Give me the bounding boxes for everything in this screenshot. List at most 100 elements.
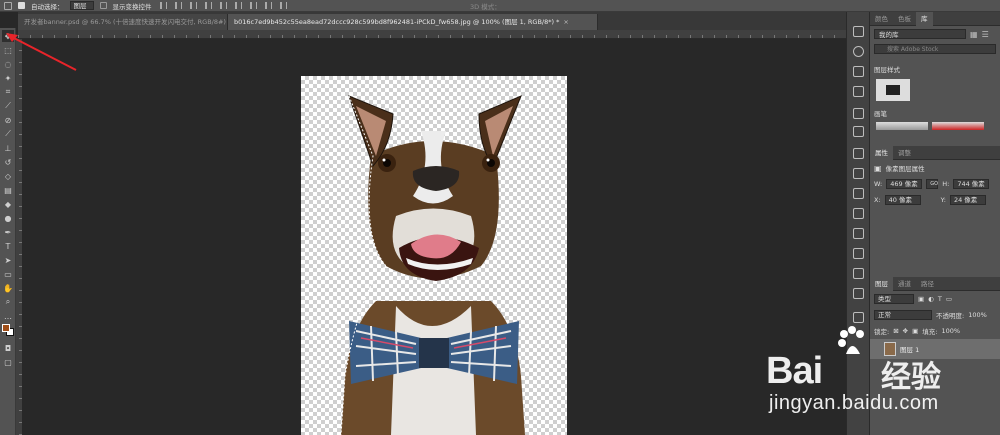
navigator-icon[interactable] <box>853 228 864 239</box>
position-row: X: 40 像素 Y: 24 像素 <box>870 192 1000 208</box>
gradient-tool-icon[interactable]: ▤ <box>2 184 14 196</box>
more-tools-icon[interactable]: … <box>2 310 14 322</box>
history-icon[interactable] <box>853 26 864 37</box>
tab-paths[interactable]: 路径 <box>916 277 939 291</box>
tab-adjustments[interactable]: 调整 <box>893 146 916 160</box>
width-field[interactable]: 469 像素 <box>886 179 923 189</box>
tab-label: b016c7ed9b452c55ea8ead72dccc928c599bd8f9… <box>234 18 560 26</box>
blend-mode-dropdown[interactable]: 正常 <box>874 310 932 320</box>
filter-adjust-icon[interactable]: ◐ <box>928 295 934 303</box>
height-field[interactable]: 744 像素 <box>953 179 990 189</box>
timeline-icon[interactable] <box>853 248 864 259</box>
color-panel-tabs: 颜色 色板 库 <box>870 11 1000 26</box>
grid-view-icon[interactable]: ▦ <box>970 30 978 39</box>
canvas-area[interactable] <box>22 39 846 435</box>
layer-comps-icon[interactable] <box>853 312 864 323</box>
properties-title: 像素图层属性 <box>885 165 925 173</box>
tool-presets-icon[interactable] <box>853 168 864 179</box>
auto-select-target-dropdown[interactable]: 图层 <box>69 1 94 10</box>
zoom-tool-icon[interactable]: ⌕ <box>2 296 14 308</box>
baidu-paw-icon <box>838 326 864 354</box>
show-transform-checkbox[interactable] <box>99 2 107 9</box>
tab-label: 开发者banner.psd @ 66.7% (十倍速度快速开发闪电交付, RGB… <box>24 18 228 26</box>
healing-brush-icon[interactable]: ⊘ <box>2 114 14 126</box>
brush-tool-icon[interactable]: ⟋ <box>2 128 14 140</box>
pen-tool-icon[interactable]: ✒ <box>2 226 14 238</box>
watermark-brand: Bai <box>766 350 823 392</box>
tab-libraries[interactable]: 库 <box>916 11 933 26</box>
library-dropdown[interactable]: 我的库 <box>874 29 966 39</box>
clone-source-icon[interactable] <box>853 148 864 159</box>
character-icon[interactable] <box>853 108 864 119</box>
align-bottom-icon[interactable] <box>189 2 197 9</box>
opacity-value[interactable]: 100% <box>968 311 987 319</box>
close-icon[interactable]: × <box>563 18 568 26</box>
move-tool-icon[interactable] <box>4 1 12 10</box>
shape-tool-icon[interactable]: ▭ <box>2 268 14 280</box>
link-dimensions-button[interactable]: GO <box>926 179 939 189</box>
watermark-brand-tail: 经验 <box>881 360 941 395</box>
document-canvas[interactable] <box>301 76 567 435</box>
brush-preset[interactable] <box>876 122 928 130</box>
blur-tool-icon[interactable]: ◆ <box>2 198 14 210</box>
stamp-tool-icon[interactable]: ⊥ <box>2 142 14 154</box>
dodge-tool-icon[interactable]: ● <box>2 212 14 224</box>
x-field[interactable]: 40 像素 <box>884 195 921 205</box>
type-tool-icon[interactable]: T <box>2 240 14 252</box>
align-left-icon[interactable] <box>204 2 212 9</box>
crop-tool-icon[interactable]: ⌗ <box>2 86 14 98</box>
3d-mode-label: 3D 模式： <box>470 2 501 11</box>
distribute-icon[interactable] <box>249 2 257 9</box>
photoshop-window: 自动选择： 图层 显示变换控件 3D 模式： 开发者banner.psd @ 6… <box>0 0 1000 435</box>
size-row: W: 469 像素 GO H: 744 像素 <box>870 176 1000 192</box>
screen-mode-icon[interactable]: ▢ <box>2 356 14 368</box>
auto-select-label: 自动选择： <box>31 2 64 11</box>
layer-styles-header[interactable]: 图层样式 <box>870 56 1000 76</box>
tab-swatches[interactable]: 色板 <box>893 12 916 26</box>
tab-banner-psd[interactable]: 开发者banner.psd @ 66.7% (十倍速度快速开发闪电交付, RGB… <box>18 14 228 30</box>
quick-mask-icon[interactable]: ◘ <box>2 342 14 354</box>
align-center-icon[interactable] <box>219 2 227 9</box>
filter-pixel-icon[interactable]: ▣ <box>918 295 924 303</box>
info-icon[interactable] <box>853 46 864 57</box>
filter-shape-icon[interactable]: ▭ <box>946 295 952 303</box>
y-field[interactable]: 24 像素 <box>949 195 986 205</box>
eraser-tool-icon[interactable]: ◇ <box>2 170 14 182</box>
tab-color[interactable]: 颜色 <box>870 12 893 26</box>
align-right-icon[interactable] <box>234 2 242 9</box>
library-search-input[interactable]: 搜索 Adobe Stock <box>874 44 996 54</box>
tab-properties[interactable]: 属性 <box>870 145 893 160</box>
history-brush-icon[interactable]: ↺ <box>2 156 14 168</box>
baidu-watermark: Bai 经验 jingyan.baidu.com <box>766 326 986 426</box>
foreground-color-swatch[interactable] <box>2 324 10 332</box>
glyphs-icon[interactable] <box>853 188 864 199</box>
distribute-icon[interactable] <box>264 2 272 9</box>
3d-icon[interactable] <box>853 208 864 219</box>
paragraph-icon[interactable] <box>853 126 864 137</box>
adjustments-icon[interactable] <box>853 86 864 97</box>
tab-channels[interactable]: 通道 <box>893 277 916 291</box>
brush-preset[interactable] <box>932 122 984 130</box>
list-view-icon[interactable]: ☰ <box>982 30 989 39</box>
filter-type-icon[interactable]: T <box>938 295 942 303</box>
properties-tabs: 属性 调整 <box>870 145 1000 160</box>
actions-icon[interactable] <box>853 268 864 279</box>
align-top-icon[interactable] <box>159 2 167 9</box>
align-middle-icon[interactable] <box>174 2 182 9</box>
options-bar: 自动选择： 图层 显示变换控件 3D 模式： <box>0 0 1000 12</box>
measurement-icon[interactable] <box>853 288 864 299</box>
hand-tool-icon[interactable]: ✋ <box>2 282 14 294</box>
path-select-icon[interactable]: ➤ <box>2 254 14 266</box>
eyedropper-icon[interactable]: ⟋ <box>2 100 14 112</box>
distribute-icon[interactable] <box>279 2 287 9</box>
show-transform-label: 显示变换控件 <box>112 2 152 11</box>
tab-dog-jpg[interactable]: b016c7ed9b452c55ea8ead72dccc928c599bd8f9… <box>228 14 598 30</box>
brushes-header[interactable]: 画笔 <box>870 104 1000 120</box>
tab-layers[interactable]: 图层 <box>870 276 893 291</box>
layer-filter-dropdown[interactable]: 类型 <box>874 294 914 304</box>
x-label: X: <box>874 196 881 204</box>
layer-style-thumbnail[interactable] <box>876 79 910 101</box>
brush-settings-icon[interactable] <box>853 66 864 77</box>
auto-select-checkbox[interactable] <box>18 2 25 9</box>
layers-tabs: 图层 通道 路径 <box>870 276 1000 291</box>
